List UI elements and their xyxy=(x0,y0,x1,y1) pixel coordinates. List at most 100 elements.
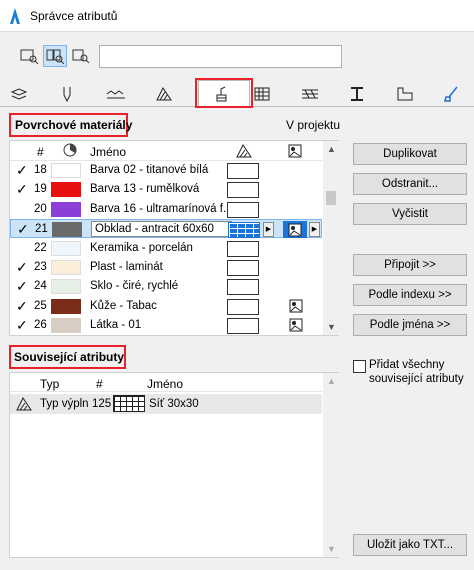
surface-number: 20 xyxy=(34,202,47,215)
surface-number: 25 xyxy=(34,299,47,312)
clear-button[interactable]: Vyčistit xyxy=(353,203,467,225)
surface-number: 24 xyxy=(34,280,47,293)
surface-row[interactable]: ✓ 23 Plast - laminát xyxy=(10,258,330,277)
surface-row[interactable]: ✓ 26 Látka - 01 xyxy=(10,316,330,335)
tab-surfaces[interactable] xyxy=(198,80,250,106)
tab-fills[interactable] xyxy=(147,82,181,106)
list-header: # Jméno xyxy=(10,141,322,161)
tab-pens[interactable] xyxy=(50,82,84,106)
related-name: Síť 30x30 xyxy=(149,398,199,410)
fill-icon xyxy=(156,87,172,101)
color-column-icon xyxy=(63,143,77,157)
surface-row[interactable]: ✓ 21 Obklad - antracit 60x60 ▶ ▶ xyxy=(10,219,322,239)
duplicate-button[interactable]: Duplikovat xyxy=(353,143,467,165)
surface-number: 26 xyxy=(34,319,47,332)
related-scroll-up-icon[interactable]: ▲ xyxy=(327,376,336,386)
surface-row[interactable]: ✓ 24 Sklo - čiré, rychlé xyxy=(10,277,330,296)
scroll-down-icon[interactable]: ▼ xyxy=(327,322,336,332)
composite-icon xyxy=(254,87,270,101)
related-list[interactable]: Typ # Jméno Typ výpln 125 Síť 30x30 ▲ ▼ xyxy=(9,372,339,558)
surfaces-scrollbar[interactable]: ▲ ▼ xyxy=(323,141,339,335)
fill-preview xyxy=(227,182,259,199)
related-scroll-down-icon[interactable]: ▼ xyxy=(327,544,336,554)
save-txt-button[interactable]: Uložit jako TXT... xyxy=(353,534,467,556)
fill-preview xyxy=(227,298,259,315)
related-number: 125 xyxy=(92,398,112,410)
view-details-icon xyxy=(46,49,65,65)
color-swatch xyxy=(51,201,81,217)
surface-name: Barva 02 - titanové bílá xyxy=(90,164,209,176)
add-related-checkbox[interactable] xyxy=(353,360,366,373)
surface-name[interactable]: Obklad - antracit 60x60 xyxy=(91,221,232,238)
fill-preview xyxy=(227,201,259,218)
surface-row[interactable]: ✓ 25 Kůže - Tabac xyxy=(10,297,330,316)
surface-row[interactable]: ✓ 18 Barva 02 - titanové bílá xyxy=(10,161,330,180)
view-list-icon xyxy=(20,49,39,65)
surface-row[interactable]: 20 Barva 16 - ultramarínová f... xyxy=(10,200,330,219)
paint-bucket-icon xyxy=(216,86,227,101)
fill-preview xyxy=(227,279,259,296)
layers-icon xyxy=(10,88,28,100)
texture-arrow-icon[interactable]: ▶ xyxy=(309,222,320,238)
by-index-button[interactable]: Podle indexu >> xyxy=(353,284,467,306)
in-project-check-icon[interactable]: ✓ xyxy=(16,162,28,179)
in-project-check-icon[interactable]: ✓ xyxy=(16,181,28,198)
in-project-check-icon[interactable]: ✓ xyxy=(16,298,28,315)
remove-button[interactable]: Odstranit... xyxy=(353,173,467,195)
surface-name: Sklo - čiré, rychlé xyxy=(90,280,179,293)
tab-line-types[interactable] xyxy=(99,82,133,106)
related-row[interactable]: Typ výpln 125 Síť 30x30 xyxy=(10,394,322,414)
search-mode-button[interactable] xyxy=(69,45,93,67)
fill-column-icon xyxy=(236,144,252,158)
i-beam-icon xyxy=(351,87,363,101)
color-swatch xyxy=(51,240,81,256)
scroll-thumb[interactable] xyxy=(326,191,336,205)
fill-type-icon xyxy=(16,397,32,411)
color-swatch xyxy=(51,298,81,314)
related-scrollbar[interactable]: ▲ ▼ xyxy=(323,373,339,557)
pen-icon xyxy=(63,87,71,103)
tab-layers[interactable] xyxy=(2,82,36,106)
brush-icon xyxy=(444,86,458,102)
in-project-check-icon[interactable]: ✓ xyxy=(16,278,28,295)
view-list-button[interactable] xyxy=(17,45,41,67)
fill-preview xyxy=(227,318,259,335)
surface-rows: ✓ 18 Barva 02 - titanové bílá ✓ 19 Barva 13 -… xyxy=(10,161,322,336)
surface-name: Keramika - porcelán xyxy=(90,241,193,254)
view-details-button[interactable] xyxy=(43,45,67,67)
scroll-up-icon[interactable]: ▲ xyxy=(327,144,336,154)
in-project-check-icon[interactable]: ✓ xyxy=(16,317,28,334)
surface-row[interactable]: ✓ 19 Barva 13 - rumělková xyxy=(10,180,330,199)
fill-arrow-icon[interactable]: ▶ xyxy=(263,222,274,238)
related-column-number: # xyxy=(96,377,103,391)
zone-icon xyxy=(397,87,413,101)
tab-composites[interactable] xyxy=(245,82,279,106)
texture-column-icon xyxy=(288,144,302,158)
tab-zones[interactable] xyxy=(388,82,422,106)
surface-row[interactable]: 22 Keramika - porcelán xyxy=(10,239,330,258)
profile-icon xyxy=(302,89,318,99)
surface-name: Kůže - Tabac xyxy=(90,299,157,312)
search-input[interactable] xyxy=(99,45,342,68)
in-project-check-icon[interactable]: ✓ xyxy=(16,259,28,276)
app-logo-icon xyxy=(10,8,20,24)
color-swatch xyxy=(51,163,81,178)
line-types-icon xyxy=(106,90,125,99)
in-project-check-icon[interactable]: ✓ xyxy=(17,221,29,238)
color-swatch xyxy=(51,318,81,334)
tab-more[interactable] xyxy=(435,82,469,106)
surfaces-list[interactable]: # Jméno ✓ 18 Barva 02 - titanové bílá ✓ 19 Ba… xyxy=(9,140,339,336)
tab-beams[interactable] xyxy=(340,82,374,106)
surface-number: 23 xyxy=(34,261,47,273)
related-column-name: Jméno xyxy=(147,377,184,391)
append-button[interactable]: Připojit >> xyxy=(353,254,467,276)
column-name: Jméno xyxy=(90,145,127,159)
fill-preview-selected xyxy=(228,222,260,239)
tab-profiles[interactable] xyxy=(293,82,327,106)
color-swatch xyxy=(51,279,81,295)
related-column-type: Typ xyxy=(40,377,60,391)
surface-name: Látka - 01 xyxy=(90,319,142,332)
by-name-button[interactable]: Podle jména >> xyxy=(353,314,467,336)
color-swatch xyxy=(51,260,81,275)
fill-preview xyxy=(227,240,259,257)
